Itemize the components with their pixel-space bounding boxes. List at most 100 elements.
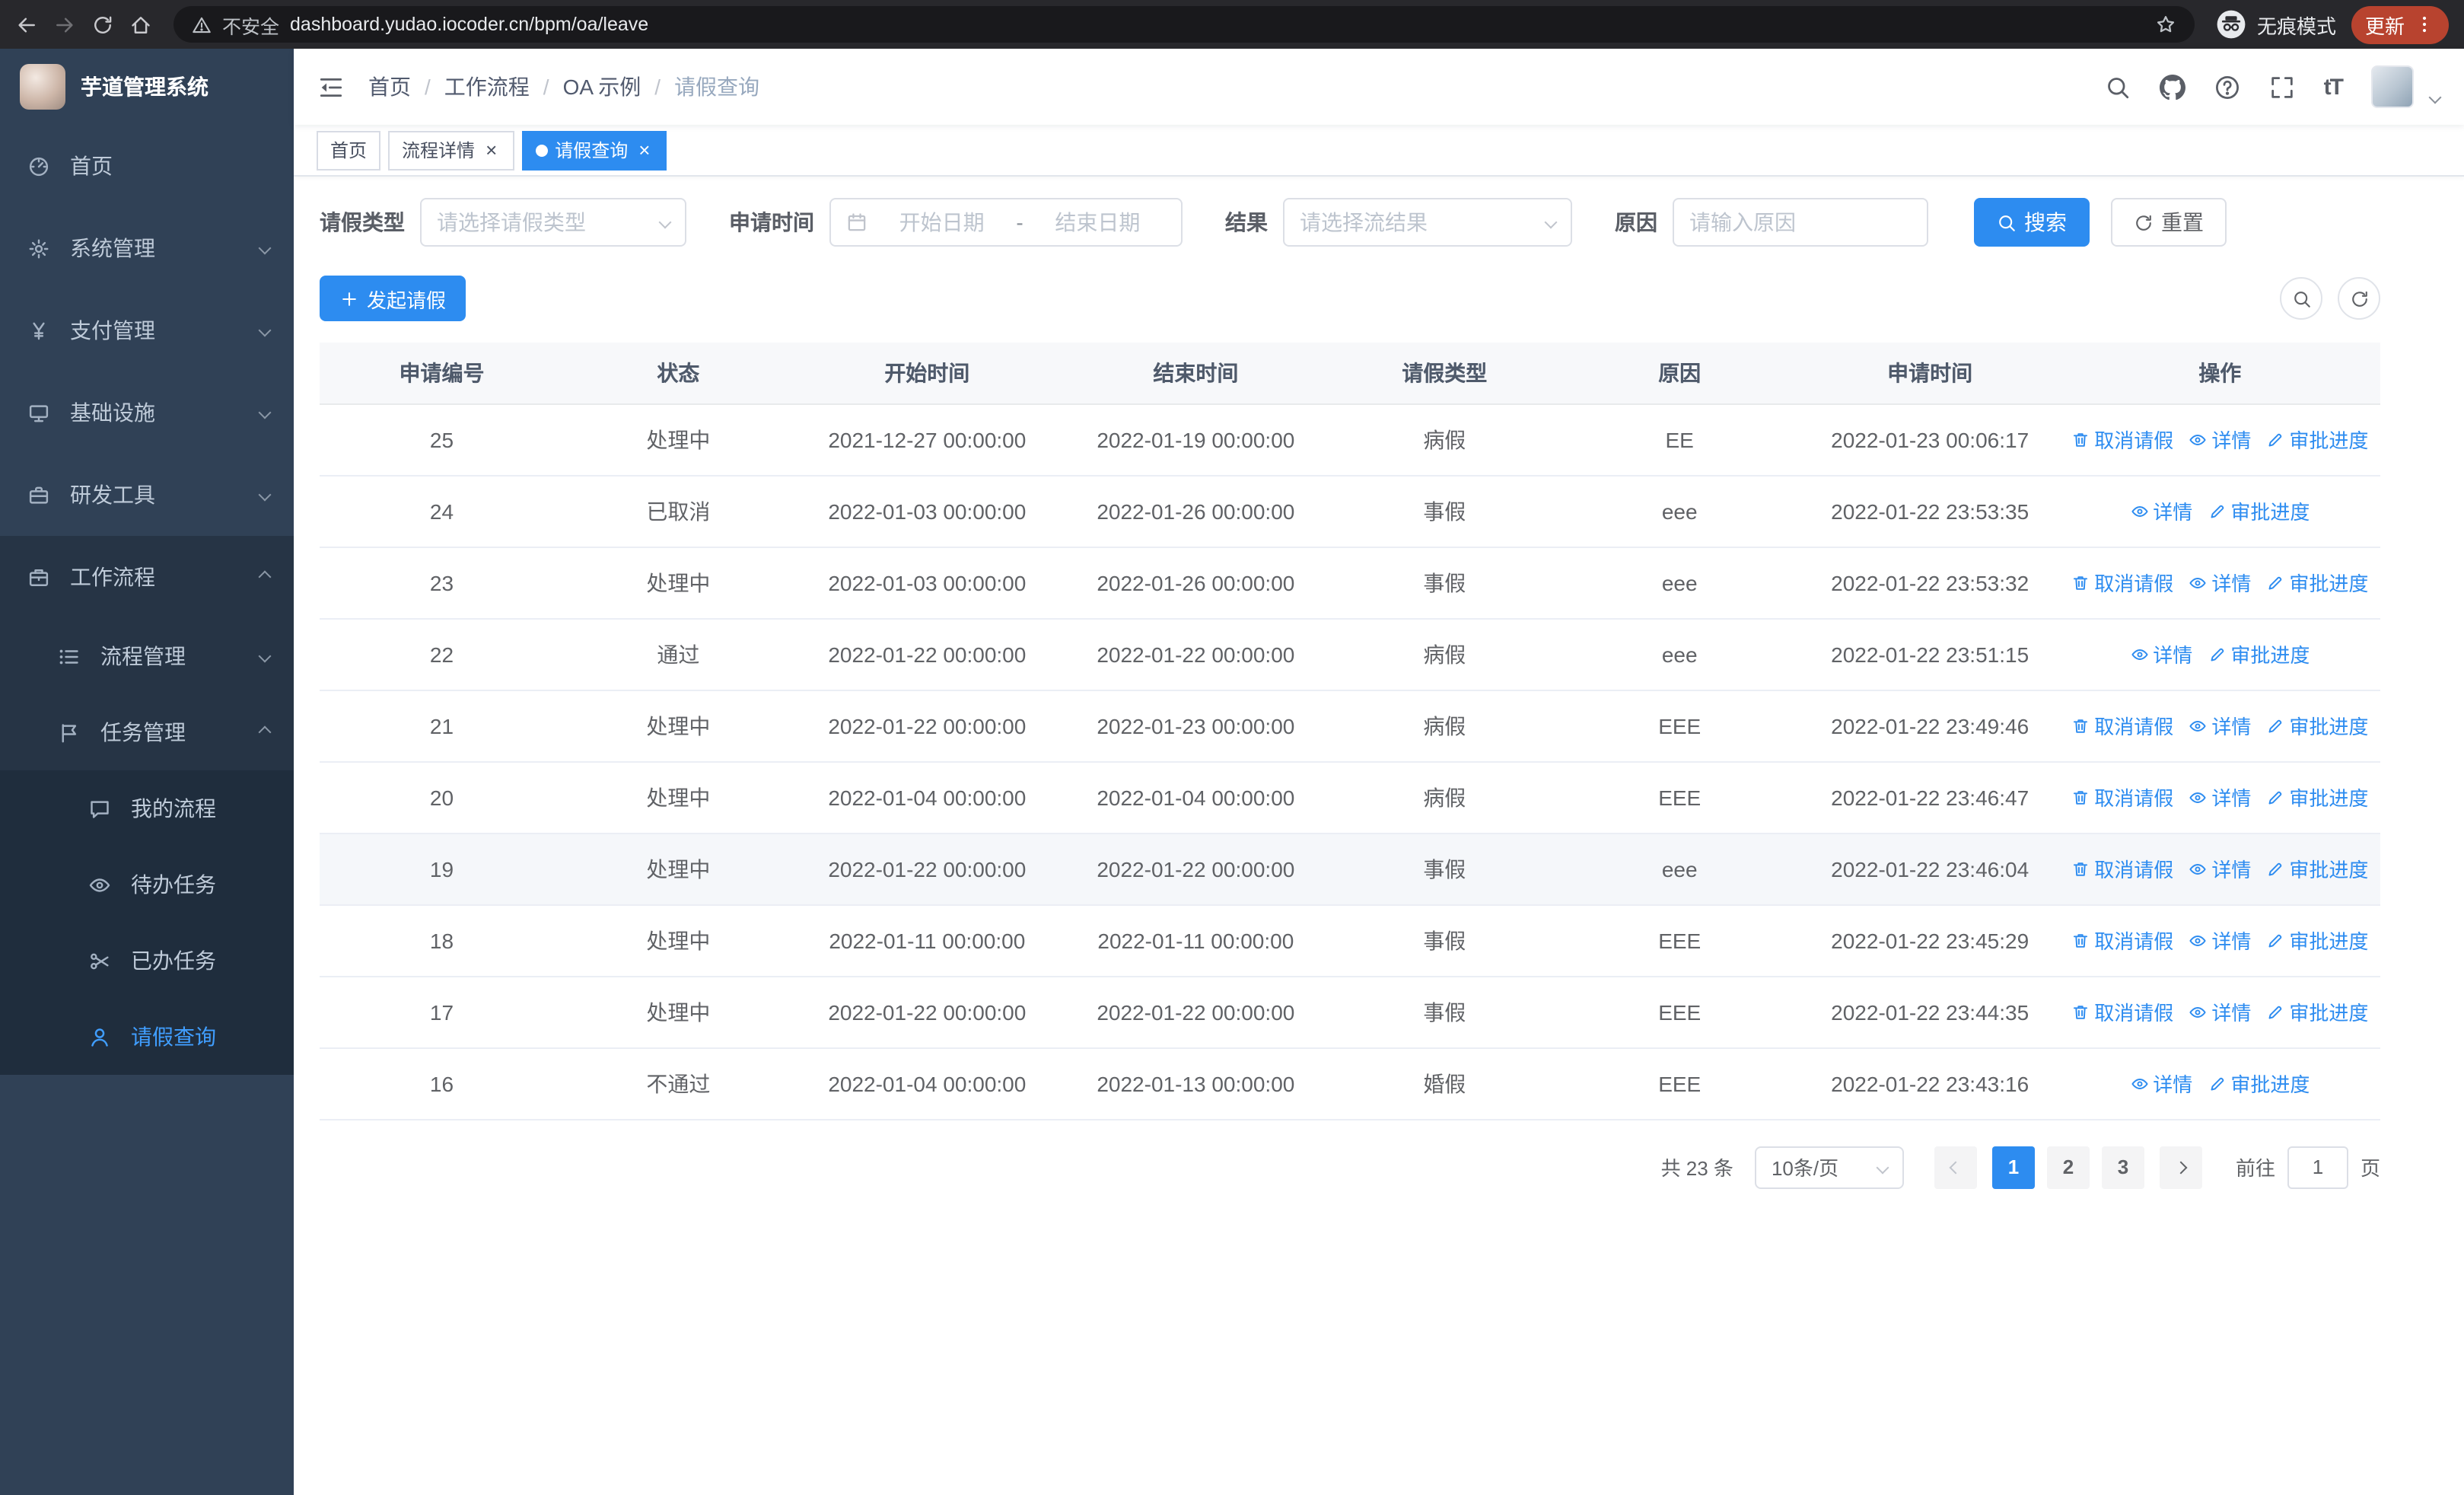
sidebar-item-my-process[interactable]: 我的流程 [0,770,294,846]
fullscreen-icon[interactable] [2269,74,2295,100]
table-row[interactable]: 21 处理中 2022-01-22 00:00:00 2022-01-23 00:00… [320,690,2380,762]
detail-link[interactable]: 详情 [2130,1069,2192,1098]
approval-progress-link[interactable]: 审批进度 [2266,711,2368,740]
browser-forward-icon[interactable] [53,13,76,36]
table-row[interactable]: 19 处理中 2022-01-22 00:00:00 2022-01-22 00:00… [320,833,2380,905]
cell-id: 16 [320,1047,564,1120]
breadcrumb-item[interactable]: 首页 [368,72,411,102]
table-row[interactable]: 23 处理中 2022-01-03 00:00:00 2022-01-26 00:00… [320,547,2380,619]
approval-progress-link[interactable]: 审批进度 [2208,1069,2310,1098]
close-icon[interactable]: × [635,139,653,161]
security-label[interactable]: 不安全 [222,10,279,39]
search-button[interactable]: 搜索 [1974,198,2090,247]
cell-id: 20 [320,761,564,834]
github-icon[interactable] [2159,74,2185,100]
detail-link[interactable]: 详情 [2189,711,2251,740]
cancel-leave-link[interactable]: 取消请假 [2071,568,2173,597]
sidebar-item-dev-tools[interactable]: 研发工具 [0,454,294,536]
sidebar-item-task-management[interactable]: 任务管理 [0,694,294,770]
result-select[interactable]: 请选择流结果 [1283,198,1572,247]
yen-icon [27,319,52,342]
approval-progress-link[interactable]: 审批进度 [2266,854,2368,883]
bookmark-star-icon[interactable] [2155,14,2176,35]
page-3-button[interactable]: 3 [2101,1146,2144,1188]
sidebar-item-leave-query[interactable]: 请假查询 [0,999,294,1075]
breadcrumb-item[interactable]: OA 示例 [563,72,641,102]
reset-button[interactable]: 重置 [2111,198,2227,247]
leave-type-select[interactable]: 请选择请假类型 [420,198,686,247]
sidebar-item-home[interactable]: 首页 [0,125,294,207]
cancel-leave-link[interactable]: 取消请假 [2071,425,2173,454]
sidebar-item-todo-tasks[interactable]: 待办任务 [0,846,294,923]
page-1-button[interactable]: 1 [1991,1146,2035,1188]
table-row[interactable]: 25 处理中 2021-12-27 00:00:00 2022-01-19 00:00… [320,403,2380,476]
table-row[interactable]: 20 处理中 2022-01-04 00:00:00 2022-01-04 00:00… [320,761,2380,834]
approval-progress-link[interactable]: 审批进度 [2266,568,2368,597]
tab-leave-query[interactable]: 请假查询 × [521,130,667,170]
toggle-search-button[interactable] [2280,277,2322,320]
table-row[interactable]: 22 通过 2022-01-22 00:00:00 2022-01-22 00:00:… [320,618,2380,690]
table-row[interactable]: 17 处理中 2022-01-22 00:00:00 2022-01-22 00:00… [320,976,2380,1048]
detail-link[interactable]: 详情 [2189,926,2251,955]
breadcrumb-separator: / [543,75,549,99]
approval-progress-link[interactable]: 审批进度 [2266,926,2368,955]
sidebar-item-done-tasks[interactable]: 已办任务 [0,923,294,999]
close-icon[interactable]: × [482,139,500,161]
cancel-leave-link[interactable]: 取消请假 [2071,783,2173,811]
tab-process-detail[interactable]: 流程详情 × [388,130,514,170]
start-date-placeholder[interactable]: 开始日期 [874,207,1010,237]
cancel-leave-link[interactable]: 取消请假 [2071,926,2173,955]
edit-icon [2266,788,2284,806]
update-button[interactable]: 更新 [2351,5,2449,43]
browser-home-icon[interactable] [129,13,152,36]
detail-link[interactable]: 详情 [2130,496,2192,525]
sidebar-item-system-management[interactable]: 系统管理 [0,207,294,289]
detail-link[interactable]: 详情 [2189,997,2251,1026]
approval-progress-link[interactable]: 审批进度 [2208,496,2310,525]
avatar-dropdown-icon[interactable] [2428,91,2442,104]
table-refresh-button[interactable] [2338,277,2380,320]
table-row[interactable]: 16 不通过 2022-01-04 00:00:00 2022-01-13 00:00… [320,1047,2380,1120]
sidebar-item-infrastructure[interactable]: 基础设施 [0,371,294,454]
url-bar[interactable]: 不安全 dashboard.yudao.iocoder.cn/bpm/oa/le… [173,6,2195,43]
page-size-select[interactable]: 10条/页 [1754,1146,1904,1188]
cell-reason: EEE [1558,976,1800,1048]
sidebar-toggle-icon[interactable] [318,74,344,100]
browser-reload-icon[interactable] [91,13,114,36]
end-date-placeholder[interactable]: 结束日期 [1030,207,1166,237]
cancel-leave-link[interactable]: 取消请假 [2071,854,2173,883]
table-row[interactable]: 24 已取消 2022-01-03 00:00:00 2022-01-26 00:00… [320,475,2380,547]
cancel-leave-link[interactable]: 取消请假 [2071,997,2173,1026]
goto-page-input[interactable] [2287,1146,2348,1188]
detail-link[interactable]: 详情 [2189,568,2251,597]
approval-progress-link[interactable]: 审批进度 [2266,783,2368,811]
sidebar-item-workflow[interactable]: 工作流程 [0,536,294,618]
detail-link[interactable]: 详情 [2189,854,2251,883]
detail-link[interactable]: 详情 [2130,639,2192,668]
header-search-icon[interactable] [2105,74,2131,100]
avatar[interactable] [2371,65,2414,108]
cancel-leave-link[interactable]: 取消请假 [2071,711,2173,740]
help-icon[interactable] [2214,74,2240,100]
sidebar-item-payment-management[interactable]: 支付管理 [0,289,294,371]
detail-link[interactable]: 详情 [2189,783,2251,811]
approval-progress-link[interactable]: 审批进度 [2208,639,2310,668]
approval-progress-link[interactable]: 审批进度 [2266,425,2368,454]
tab-home[interactable]: 首页 [317,130,381,170]
browser-back-icon[interactable] [15,13,38,36]
breadcrumb-item[interactable]: 工作流程 [444,72,530,102]
font-size-icon[interactable]: tT [2324,74,2344,100]
sidebar-item-process-management[interactable]: 流程管理 [0,618,294,694]
create-leave-button[interactable]: 发起请假 [320,276,466,321]
prev-page-button[interactable] [1934,1146,1977,1188]
detail-link[interactable]: 详情 [2189,425,2251,454]
apply-time-range-picker[interactable]: 开始日期 - 结束日期 [829,198,1183,247]
reason-input[interactable] [1673,198,1928,247]
table-row[interactable]: 18 处理中 2022-01-11 00:00:00 2022-01-11 00:00… [320,904,2380,977]
url-text[interactable]: dashboard.yudao.iocoder.cn/bpm/oa/leave [290,14,2144,35]
kebab-menu-icon[interactable] [2414,14,2435,35]
approval-progress-link[interactable]: 审批进度 [2266,997,2368,1026]
app-logo[interactable]: 芋道管理系统 [0,49,294,125]
next-page-button[interactable] [2159,1146,2202,1188]
page-2-button[interactable]: 2 [2046,1146,2090,1188]
